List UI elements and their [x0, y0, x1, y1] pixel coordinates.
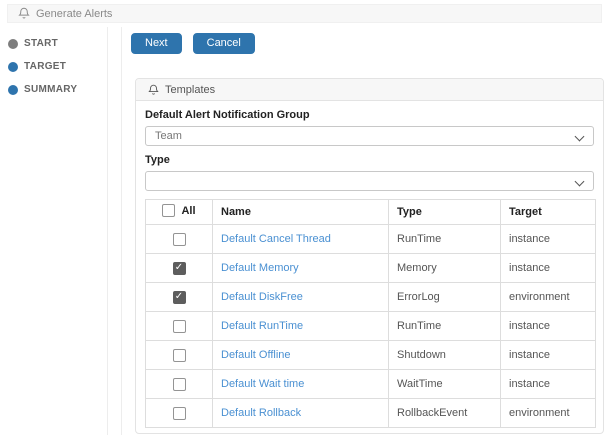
templates-panel-body: Default Alert Notification Group Team Ty…	[136, 101, 603, 428]
app-header: Generate Alerts	[7, 4, 602, 23]
template-target-cell: environment	[500, 282, 596, 312]
template-name-cell: Default Wait time	[212, 369, 389, 399]
type-filter-select[interactable]	[145, 171, 594, 191]
template-target-cell: instance	[500, 369, 596, 399]
step-dot-icon	[8, 38, 18, 49]
action-button-row: Next Cancel	[131, 33, 255, 54]
template-name-cell: Default Offline	[212, 340, 389, 370]
templates-table: All Name Type Target Default Cancel Thread R…	[145, 199, 596, 428]
row-checkbox[interactable]	[172, 406, 186, 420]
row-checkbox[interactable]	[172, 261, 186, 275]
templates-panel-header: Templates	[136, 79, 603, 101]
row-checkbox[interactable]	[172, 232, 186, 246]
panel-title: Templates	[165, 83, 216, 96]
template-name-link[interactable]: Default DiskFree	[221, 291, 303, 303]
template-type-cell: Memory	[388, 253, 501, 283]
content-divider	[121, 27, 122, 435]
table-row: Default Wait time WaitTime instance	[145, 369, 596, 399]
table-row: Default DiskFree ErrorLogenvironment	[145, 282, 596, 312]
template-name-link[interactable]: Default Rollback	[221, 407, 301, 419]
template-name-link[interactable]: Default RunTime	[221, 320, 303, 332]
step-label: SUMMARY	[24, 84, 78, 95]
chevron-down-icon	[574, 131, 585, 142]
column-header-name: Name	[212, 199, 389, 225]
template-target-cell: instance	[500, 224, 596, 254]
column-header-all: All	[145, 199, 213, 225]
chevron-down-icon	[574, 176, 585, 187]
template-type-cell: RunTime	[388, 311, 501, 341]
sidebar-divider	[107, 27, 108, 435]
wizard-step-target[interactable]: TARGET	[8, 61, 77, 72]
template-target-cell: instance	[500, 311, 596, 341]
step-dot-icon	[8, 61, 18, 72]
templates-panel: Templates Default Alert Notification Gro…	[135, 78, 604, 434]
notification-group-select[interactable]: Team	[145, 126, 594, 146]
next-button[interactable]: Next	[131, 33, 182, 54]
template-name-cell: Default Memory	[212, 253, 389, 283]
step-label: START	[24, 38, 59, 49]
column-header-label: All	[181, 204, 196, 217]
row-checkbox-cell	[145, 253, 213, 283]
table-header-row: All Name Type Target	[145, 199, 596, 225]
table-row: Default Offline Shutdown instance	[145, 340, 596, 370]
template-name-link[interactable]: Default Wait time	[221, 378, 304, 390]
template-type-cell: Shutdown	[388, 340, 501, 370]
step-label: TARGET	[24, 61, 67, 72]
table-row: Default RunTime RunTime instance	[145, 311, 596, 341]
template-name-cell: Default RunTime	[212, 311, 389, 341]
table-row: Default Cancel Thread RunTime instance	[145, 224, 596, 254]
table-row: Default Memory Memoryinstance	[145, 253, 596, 283]
row-checkbox-cell	[145, 224, 213, 254]
template-name-link[interactable]: Default Cancel Thread	[221, 233, 331, 245]
template-name-link[interactable]: Default Offline	[221, 349, 291, 361]
template-type-cell: RunTime	[388, 224, 501, 254]
type-filter-label: Type	[145, 154, 170, 166]
template-type-cell: WaitTime	[388, 369, 501, 399]
notification-group-label: Default Alert Notification Group	[145, 109, 310, 121]
step-dot-icon	[8, 84, 18, 95]
wizard-step-start[interactable]: START	[8, 38, 77, 49]
notification-group-value: Team	[155, 130, 182, 142]
cancel-button[interactable]: Cancel	[192, 33, 255, 54]
template-name-link[interactable]: Default Memory	[221, 262, 299, 274]
template-name-cell: Default Rollback	[212, 398, 389, 428]
template-target-cell: instance	[500, 340, 596, 370]
page-title: Generate Alerts	[36, 7, 113, 20]
table-row: Default Rollback RollbackEvent environment	[145, 398, 596, 428]
row-checkbox-cell	[145, 340, 213, 370]
bell-icon	[148, 84, 159, 96]
select-all-wrap: All	[162, 204, 196, 217]
template-name-cell: Default Cancel Thread	[212, 224, 389, 254]
row-checkbox-cell	[145, 369, 213, 399]
row-checkbox-cell	[145, 311, 213, 341]
row-checkbox[interactable]	[172, 348, 186, 362]
template-target-cell: instance	[500, 253, 596, 283]
row-checkbox[interactable]	[172, 290, 186, 304]
column-header-type: Type	[388, 199, 501, 225]
template-type-cell: RollbackEvent	[388, 398, 501, 428]
row-checkbox-cell	[145, 282, 213, 312]
wizard-steps: START TARGET SUMMARY	[8, 38, 77, 95]
template-target-cell: environment	[500, 398, 596, 428]
row-checkbox[interactable]	[172, 377, 186, 391]
templates-table-body: Default Cancel ThreadRunTimeinstanceDefa…	[145, 224, 596, 428]
bell-icon	[18, 7, 30, 20]
row-checkbox-cell	[145, 398, 213, 428]
column-header-target: Target	[500, 199, 596, 225]
template-type-cell: ErrorLog	[388, 282, 501, 312]
select-all-checkbox[interactable]	[162, 204, 176, 217]
template-name-cell: Default DiskFree	[212, 282, 389, 312]
row-checkbox[interactable]	[172, 319, 186, 333]
wizard-step-summary[interactable]: SUMMARY	[8, 84, 77, 95]
